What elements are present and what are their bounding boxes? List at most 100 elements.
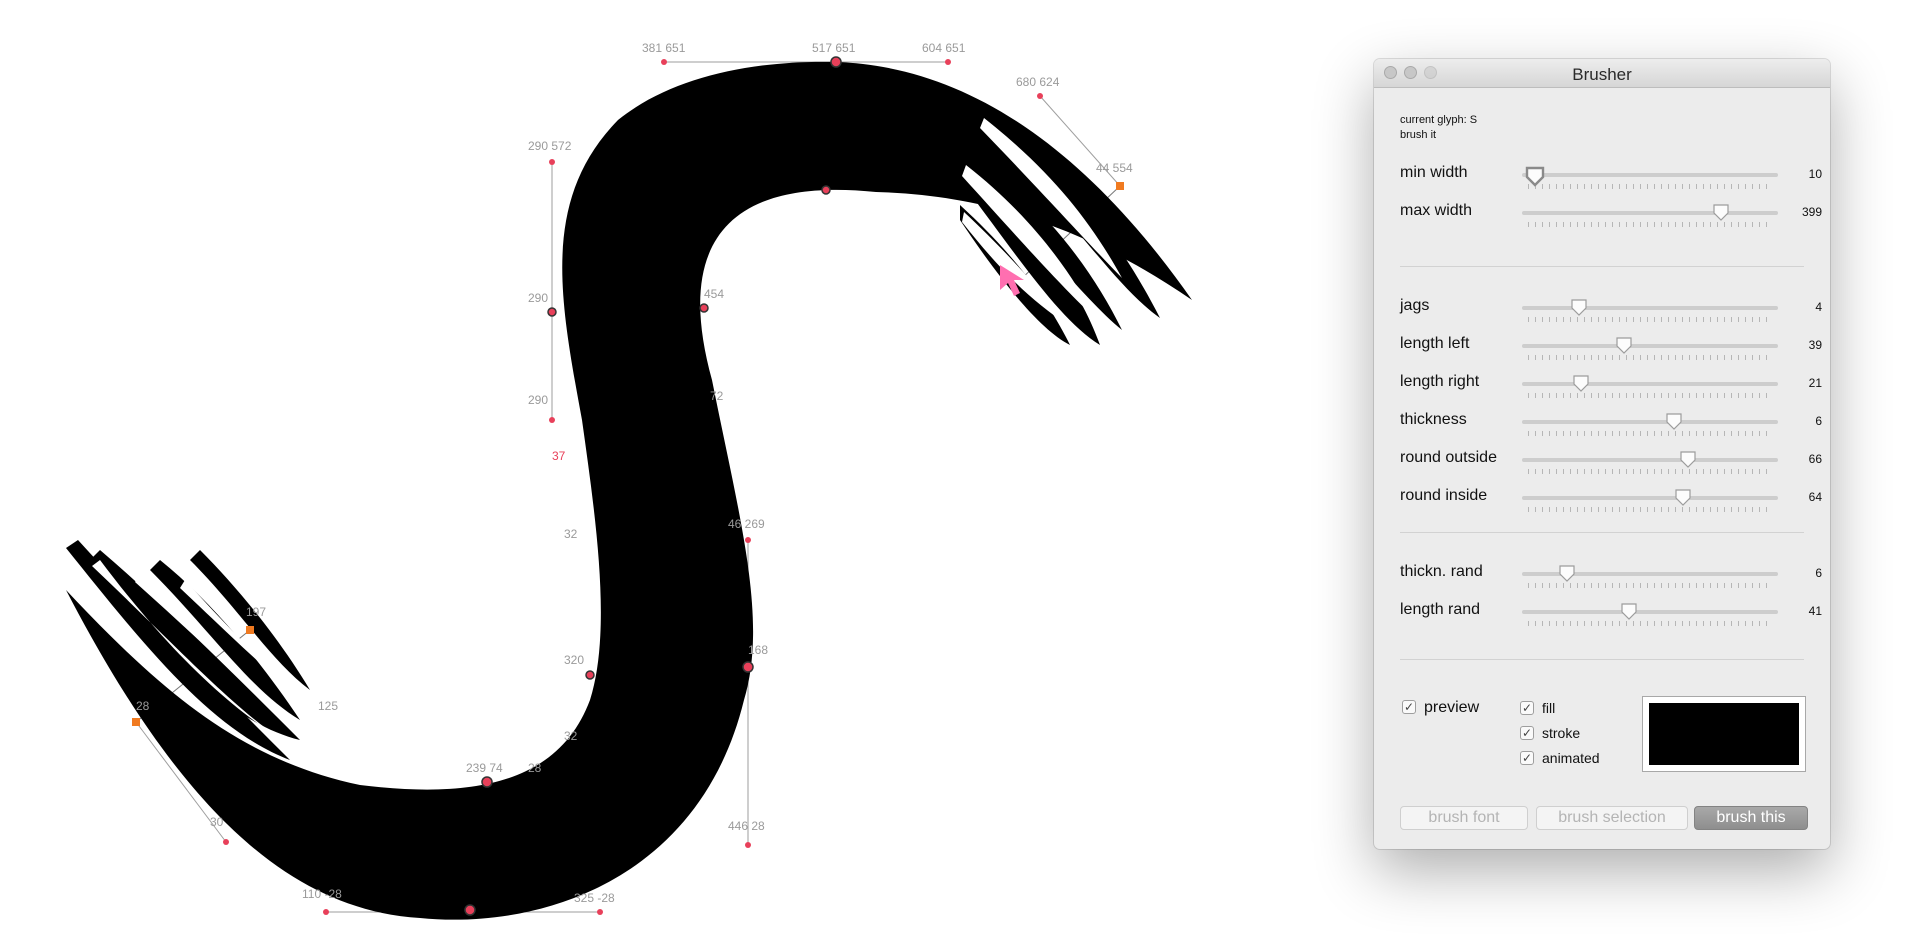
stroke-checkbox[interactable]: ✓ (1520, 726, 1534, 740)
slider-knob[interactable] (1620, 602, 1638, 620)
slider-label: min width (1400, 164, 1468, 181)
slider-label: length rand (1400, 601, 1481, 618)
slider-knob[interactable] (1558, 564, 1576, 582)
slider-ticks (1528, 317, 1772, 322)
slider-knob[interactable] (1674, 488, 1692, 506)
slider[interactable] (1522, 564, 1778, 595)
coord-label: 320 (564, 653, 584, 667)
slider[interactable] (1522, 203, 1778, 234)
coord-label: 290 (528, 393, 548, 407)
slider-knob[interactable] (1679, 450, 1697, 468)
slider[interactable] (1522, 298, 1778, 329)
slider-knob[interactable] (1615, 336, 1633, 354)
slider-value: 41 (1808, 604, 1822, 618)
current-glyph-label: current glyph: S (1400, 114, 1478, 126)
separator (1400, 532, 1804, 533)
coord-label: 37 (552, 449, 566, 463)
slider-knob[interactable] (1665, 412, 1683, 430)
slider[interactable] (1522, 412, 1778, 443)
slider-value: 4 (1815, 300, 1822, 314)
slider-knob[interactable] (1712, 203, 1730, 221)
slider-ticks (1528, 469, 1772, 474)
slider-value: 399 (1801, 205, 1822, 219)
slider-track[interactable] (1522, 610, 1778, 614)
slider-ticks (1528, 184, 1772, 189)
slider-ticks (1528, 355, 1772, 360)
coord-label: 46 269 (728, 517, 765, 531)
coord-label: 454 (704, 287, 724, 301)
coord-label: 517 651 (812, 41, 856, 55)
slider[interactable] (1522, 374, 1778, 405)
fill-label: fill (1542, 700, 1556, 716)
slider-track[interactable] (1522, 344, 1778, 348)
slider-track[interactable] (1522, 496, 1778, 500)
slider-ticks (1528, 393, 1772, 398)
slider[interactable] (1522, 450, 1778, 481)
stroke-label: stroke (1542, 725, 1581, 741)
slider-track[interactable] (1522, 173, 1778, 177)
coord-label: 680 624 (1016, 75, 1060, 89)
slider-track[interactable] (1522, 211, 1778, 215)
brush-this-button[interactable]: brush this (1694, 806, 1808, 830)
slider-value: 64 (1808, 490, 1822, 504)
slider-label: round outside (1400, 449, 1497, 466)
coord-label: 446 28 (728, 819, 765, 833)
slider-knob[interactable] (1572, 374, 1590, 392)
coord-label: 381 651 (642, 41, 686, 55)
slider-label: max width (1400, 202, 1473, 219)
slider-ticks (1528, 222, 1772, 227)
preview-checkbox[interactable]: ✓ (1402, 700, 1416, 714)
coord-label: 290 (528, 291, 548, 305)
slider-label: round inside (1400, 487, 1488, 504)
coord-label: 32 (564, 527, 578, 541)
slider-label: length left (1400, 335, 1470, 352)
slider-track[interactable] (1522, 458, 1778, 462)
slider-track[interactable] (1522, 306, 1778, 310)
coord-label: 28 (528, 761, 542, 775)
coord-label: 110 -28 (302, 887, 342, 901)
window-title: Brusher (1572, 65, 1632, 84)
color-well-swatch (1649, 703, 1799, 765)
slider-value: 6 (1815, 414, 1822, 428)
preview-label: preview (1424, 699, 1480, 716)
slider-track[interactable] (1522, 420, 1778, 424)
animated-checkbox[interactable]: ✓ (1520, 751, 1534, 765)
coord-label: 32 (564, 729, 578, 743)
slider-label: thickn. rand (1400, 563, 1483, 580)
slider-ticks (1528, 621, 1772, 626)
coord-label: 125 (318, 699, 338, 713)
glyph-canvas[interactable]: 381 651 517 651 604 651 680 624 290 572 … (0, 0, 1320, 934)
slider-track[interactable] (1522, 382, 1778, 386)
slider-label: jags (1400, 297, 1430, 314)
slider[interactable] (1522, 602, 1778, 633)
slider-label: thickness (1400, 411, 1467, 428)
brush-font-button[interactable]: brush font (1400, 806, 1528, 830)
slider-ticks (1528, 431, 1772, 436)
coord-label: 72 (710, 389, 724, 403)
slider-value: 10 (1808, 167, 1822, 181)
slider-value: 39 (1808, 338, 1822, 352)
slider[interactable] (1522, 165, 1778, 196)
fill-checkbox[interactable]: ✓ (1520, 701, 1534, 715)
coord-label: 197 (246, 605, 266, 619)
coord-label: 325 -28 (574, 891, 615, 905)
separator (1400, 659, 1804, 660)
slider[interactable] (1522, 336, 1778, 367)
brusher-window: Brusher current glyph: S brush it ✓ prev… (1374, 59, 1830, 849)
slider[interactable] (1522, 488, 1778, 519)
slider-ticks (1528, 507, 1772, 512)
brushed-glyph (66, 61, 1192, 920)
coord-label: 44 554 (1096, 161, 1133, 175)
slider-value: 6 (1815, 566, 1822, 580)
slider-knob[interactable] (1570, 298, 1588, 316)
brush-it-label: brush it (1400, 129, 1437, 141)
slider-value: 21 (1808, 376, 1822, 390)
animated-label: animated (1542, 750, 1600, 766)
slider-label: length right (1400, 373, 1480, 390)
slider-knob[interactable] (1524, 165, 1545, 187)
window-titlebar[interactable]: Brusher (1374, 59, 1830, 88)
coord-label: 30 (210, 815, 224, 829)
color-well[interactable] (1642, 696, 1806, 772)
brush-selection-button[interactable]: brush selection (1536, 806, 1688, 830)
separator (1400, 266, 1804, 267)
